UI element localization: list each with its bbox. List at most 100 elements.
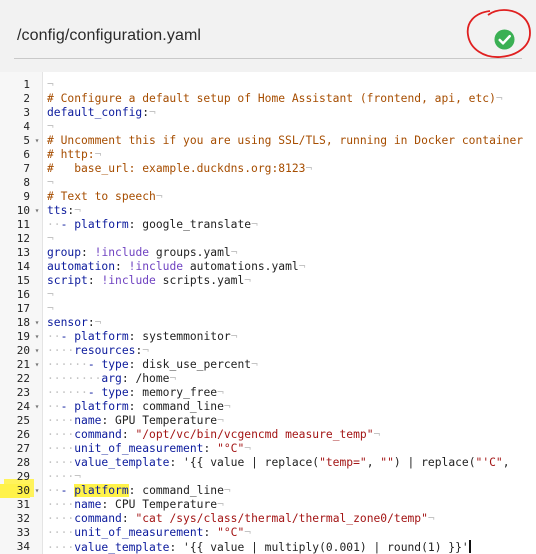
code-line[interactable]: 25 ····name: GPU Temperature¬: [0, 414, 536, 428]
code-line[interactable]: 1 ¬: [0, 78, 536, 92]
code-line-text: ¬: [47, 232, 54, 245]
code-line[interactable]: 28 ····value_template: '{{ value | replac…: [0, 456, 536, 470]
code-line[interactable]: 22 ········arg: /home¬: [0, 372, 536, 386]
code-line-text: tts:¬: [47, 204, 82, 217]
code-line[interactable]: 24 ▾ ··- platform: command_line¬: [0, 400, 536, 414]
code-line-text: ··- platform: command_line¬: [47, 400, 231, 413]
code-line[interactable]: 2 # Configure a default setup of Home Ass…: [0, 92, 536, 106]
line-number: 23: [16, 386, 30, 399]
code-line-text: ····¬: [47, 470, 82, 483]
code-line-text: sensor:¬: [47, 316, 102, 329]
line-number: 30: [0, 484, 30, 498]
code-line-text: # Configure a default setup of Home Assi…: [47, 92, 503, 105]
check-circle-icon[interactable]: [494, 29, 515, 50]
code-line[interactable]: 11 ··- platform: google_translate¬: [0, 218, 536, 232]
code-line-text: default_config:¬: [47, 106, 156, 119]
code-line-text: ¬: [47, 288, 54, 301]
code-line-text: # Text to speech¬: [47, 190, 163, 203]
code-line[interactable]: 19 ▾ ··- platform: systemmonitor¬: [0, 330, 536, 344]
code-line-text: ····command: "cat /sys/class/thermal/the…: [47, 512, 435, 525]
code-line[interactable]: 13 group: !include groups.yaml¬: [0, 246, 536, 260]
file-path-title: /config/configuration.yaml: [17, 27, 202, 44]
fold-toggle-icon[interactable]: ▾: [32, 204, 42, 218]
code-line[interactable]: 18 ▾ sensor:¬: [0, 316, 536, 330]
line-number: 8: [23, 176, 30, 189]
fold-toggle-icon[interactable]: ▾: [32, 400, 42, 414]
code-line[interactable]: 5 ▾ # Uncomment this if you are using SSL/…: [0, 134, 536, 148]
code-editor[interactable]: 1 ¬ 2 # Configure a default setup of Home A…: [0, 72, 536, 554]
line-number: 29: [16, 470, 30, 483]
line-number: 6: [23, 148, 30, 161]
code-line[interactable]: 27 ····unit_of_measurement: "°C"¬: [0, 442, 536, 456]
code-line-text: ····unit_of_measurement: "°C"¬: [47, 526, 252, 539]
fold-toggle-icon[interactable]: ▾: [32, 330, 42, 344]
line-number: 18: [16, 316, 30, 329]
line-number: 3: [23, 106, 30, 119]
fold-toggle-icon[interactable]: ▾: [32, 316, 42, 330]
fold-toggle-icon[interactable]: ▾: [32, 344, 42, 358]
fold-toggle-icon[interactable]: ▾: [32, 484, 42, 498]
code-line[interactable]: 20 ▾ ····resources:¬: [0, 344, 536, 358]
line-number: 5: [23, 134, 30, 147]
code-line-text: ····name: GPU Temperature¬: [47, 414, 224, 427]
line-number: 21: [16, 358, 30, 371]
code-line[interactable]: 6 # http:¬: [0, 148, 536, 162]
code-line-text: # http:¬: [47, 148, 102, 161]
line-number: 19: [16, 330, 30, 343]
code-line[interactable]: 3 default_config:¬: [0, 106, 536, 120]
line-number: 34: [16, 540, 30, 553]
code-line-text: ¬: [47, 120, 54, 133]
code-line[interactable]: 34 ····value_template: '{{ value | multip…: [0, 540, 536, 554]
code-line-text: ······- type: disk_use_percent¬: [47, 358, 258, 371]
code-line[interactable]: 14 automation: !include automations.yaml¬: [0, 260, 536, 274]
code-line-text: ········arg: /home¬: [47, 372, 177, 385]
line-number: 9: [23, 190, 30, 203]
code-line-text: ··- platform: systemmonitor¬: [47, 330, 238, 343]
code-line[interactable]: 26 ····command: "/opt/vc/bin/vcgencmd mea…: [0, 428, 536, 442]
code-line[interactable]: 15 script: !include scripts.yaml¬: [0, 274, 536, 288]
fold-toggle-icon[interactable]: ▾: [32, 134, 42, 148]
code-line[interactable]: 17 ¬: [0, 302, 536, 316]
code-line-text: automation: !include automations.yaml¬: [47, 260, 306, 273]
code-line[interactable]: 32 ····command: "cat /sys/class/thermal/t…: [0, 512, 536, 526]
code-line[interactable]: 31 ····name: CPU Temperature¬: [0, 498, 536, 512]
line-number: 7: [23, 162, 30, 175]
code-line-text: group: !include groups.yaml¬: [47, 246, 238, 259]
code-line[interactable]: 29 ····¬: [0, 470, 536, 484]
code-line[interactable]: 8 ¬: [0, 176, 536, 190]
text-cursor: [468, 540, 471, 553]
code-line-text: # Uncomment this if you are using SSL/TL…: [47, 134, 524, 147]
line-number: 33: [16, 526, 30, 539]
line-number: 27: [16, 442, 30, 455]
code-line-text: ··- platform: command_line¬: [47, 484, 231, 497]
code-line[interactable]: 9 # Text to speech¬: [0, 190, 536, 204]
code-line-text: ¬: [47, 78, 54, 91]
line-number: 17: [16, 302, 30, 315]
line-number: 26: [16, 428, 30, 441]
line-number: 4: [23, 120, 30, 133]
code-line-text: ··- platform: google_translate¬: [47, 218, 258, 231]
code-line-text: script: !include scripts.yaml¬: [47, 274, 252, 287]
code-line-text: ¬: [47, 302, 54, 315]
fold-toggle-icon[interactable]: ▾: [32, 358, 42, 372]
code-line[interactable]: 21 ▾ ······- type: disk_use_percent¬: [0, 358, 536, 372]
line-number: 25: [16, 414, 30, 427]
code-line[interactable]: 33 ····unit_of_measurement: "°C"¬: [0, 526, 536, 540]
code-line[interactable]: 30 ▾ ··- platform: command_line¬: [0, 484, 536, 498]
code-line[interactable]: 4 ¬: [0, 120, 536, 134]
line-number: 32: [16, 512, 30, 525]
code-line-text: # base_url: example.duckdns.org:8123¬: [47, 162, 313, 175]
code-line[interactable]: 12 ¬: [0, 232, 536, 246]
line-number: 22: [16, 372, 30, 385]
file-path-underline: [14, 58, 522, 59]
line-number: 24: [16, 400, 30, 413]
code-line-text: ····name: CPU Temperature¬: [47, 498, 224, 511]
code-line[interactable]: 23 ······- type: memory_free¬: [0, 386, 536, 400]
code-line-text: ····value_template: '{{ value | multiply…: [47, 540, 471, 554]
line-number: 1: [23, 78, 30, 91]
code-line[interactable]: 10 ▾ tts:¬: [0, 204, 536, 218]
code-line[interactable]: 16 ¬: [0, 288, 536, 302]
line-number: 13: [16, 246, 30, 259]
code-line[interactable]: 7 # base_url: example.duckdns.org:8123¬: [0, 162, 536, 176]
line-number: 16: [16, 288, 30, 301]
